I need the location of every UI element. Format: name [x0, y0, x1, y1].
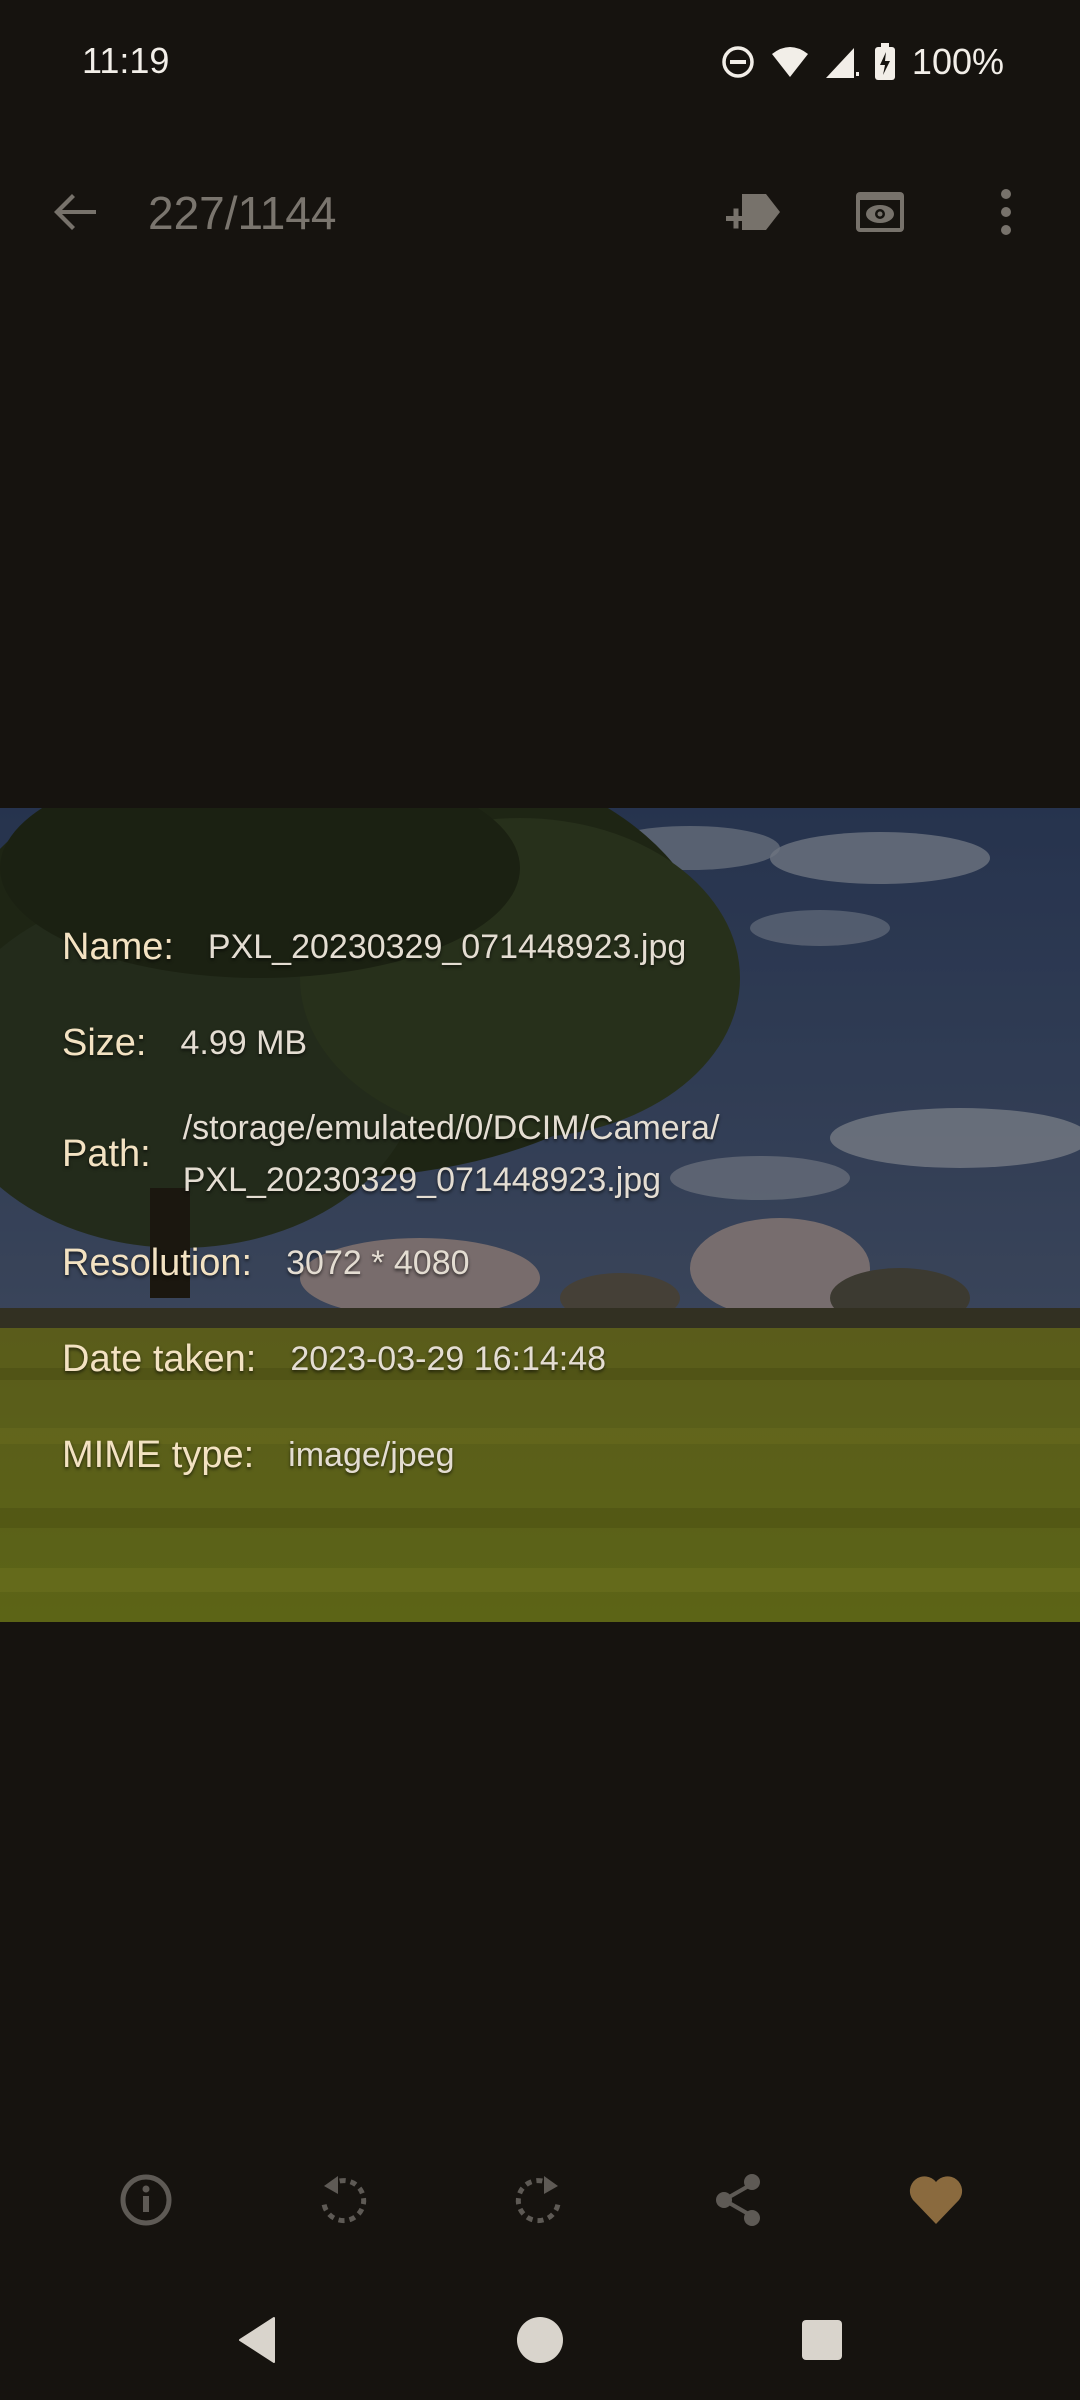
- top-toolbar: 227/1144: [0, 150, 1080, 274]
- mime-type-value: image/jpeg: [288, 1436, 455, 1474]
- more-vert-icon: [1001, 189, 1011, 235]
- size-value: 4.99 MB: [180, 1024, 308, 1062]
- nav-recents-button[interactable]: [794, 2312, 850, 2368]
- path-line-2: PXL_20230329_071448923.jpg: [182, 1161, 662, 1199]
- path-label: Path:: [62, 1132, 151, 1175]
- battery-charging-icon: [874, 43, 896, 81]
- info-row-size: Size: 4.99 MB: [62, 1022, 307, 1065]
- info-row-path: Path: /storage/emulated/0/DCIM/Camera/ P…: [62, 1102, 719, 1206]
- photo-view[interactable]: Name: PXL_20230329_071448923.jpg Size: 4…: [0, 808, 1080, 1622]
- info-row-date: Date taken: 2023-03-29 16:14:48: [62, 1338, 606, 1381]
- date-taken-label: Date taken:: [62, 1338, 257, 1380]
- rotate-right-icon: [515, 2176, 561, 2224]
- nav-back-icon: [239, 2317, 275, 2363]
- image-counter: 227/1144: [148, 187, 337, 239]
- rotate-right-button[interactable]: [508, 2168, 572, 2232]
- status-icons: 100%: [720, 38, 1004, 86]
- info-button[interactable]: [114, 2168, 178, 2232]
- status-time: 11:19: [82, 40, 170, 81]
- size-label: Size:: [62, 1022, 147, 1064]
- date-taken-value: 2023-03-29 16:14:48: [290, 1340, 607, 1378]
- bottom-action-bar: [0, 2140, 1080, 2260]
- info-row-name: Name: PXL_20230329_071448923.jpg: [62, 926, 686, 969]
- resolution-value: 3072 * 4080: [286, 1244, 470, 1282]
- nav-recents-icon: [802, 2320, 842, 2360]
- info-row-resolution: Resolution: 3072 * 4080: [62, 1242, 470, 1285]
- back-arrow-icon: [54, 194, 96, 230]
- favorite-button[interactable]: [904, 2168, 968, 2232]
- battery-percentage: 100%: [911, 41, 1004, 82]
- do-not-disturb-icon: [720, 44, 756, 80]
- mime-type-label: MIME type:: [62, 1434, 255, 1476]
- rotate-left-icon: [321, 2176, 367, 2224]
- favorite-heart-icon: [909, 2176, 963, 2224]
- back-button[interactable]: [44, 180, 108, 244]
- nav-home-icon: [517, 2317, 563, 2363]
- info-row-mime: MIME type: image/jpeg: [62, 1434, 455, 1477]
- info-icon: [120, 2174, 172, 2226]
- add-tag-icon: [726, 194, 780, 230]
- share-button[interactable]: [706, 2168, 770, 2232]
- share-icon: [716, 2174, 760, 2226]
- resolution-label: Resolution:: [62, 1242, 253, 1284]
- slideshow-icon: [856, 192, 904, 232]
- name-label: Name:: [62, 926, 174, 968]
- add-tag-button[interactable]: [720, 180, 784, 244]
- status-bar: 11:19 100%: [0, 0, 1080, 128]
- rotate-left-button[interactable]: [310, 2168, 374, 2232]
- path-value: /storage/emulated/0/DCIM/Camera/ PXL_202…: [183, 1102, 720, 1206]
- signal-icon: [824, 44, 860, 80]
- path-line-1: /storage/emulated/0/DCIM/Camera/: [182, 1109, 720, 1147]
- name-value: PXL_20230329_071448923.jpg: [207, 928, 687, 966]
- slideshow-button[interactable]: [848, 180, 912, 244]
- system-navigation-bar: [0, 2280, 1080, 2400]
- wifi-icon: [770, 44, 810, 80]
- nav-back-button[interactable]: [232, 2312, 288, 2368]
- nav-home-button[interactable]: [512, 2312, 568, 2368]
- more-options-button[interactable]: [974, 180, 1038, 244]
